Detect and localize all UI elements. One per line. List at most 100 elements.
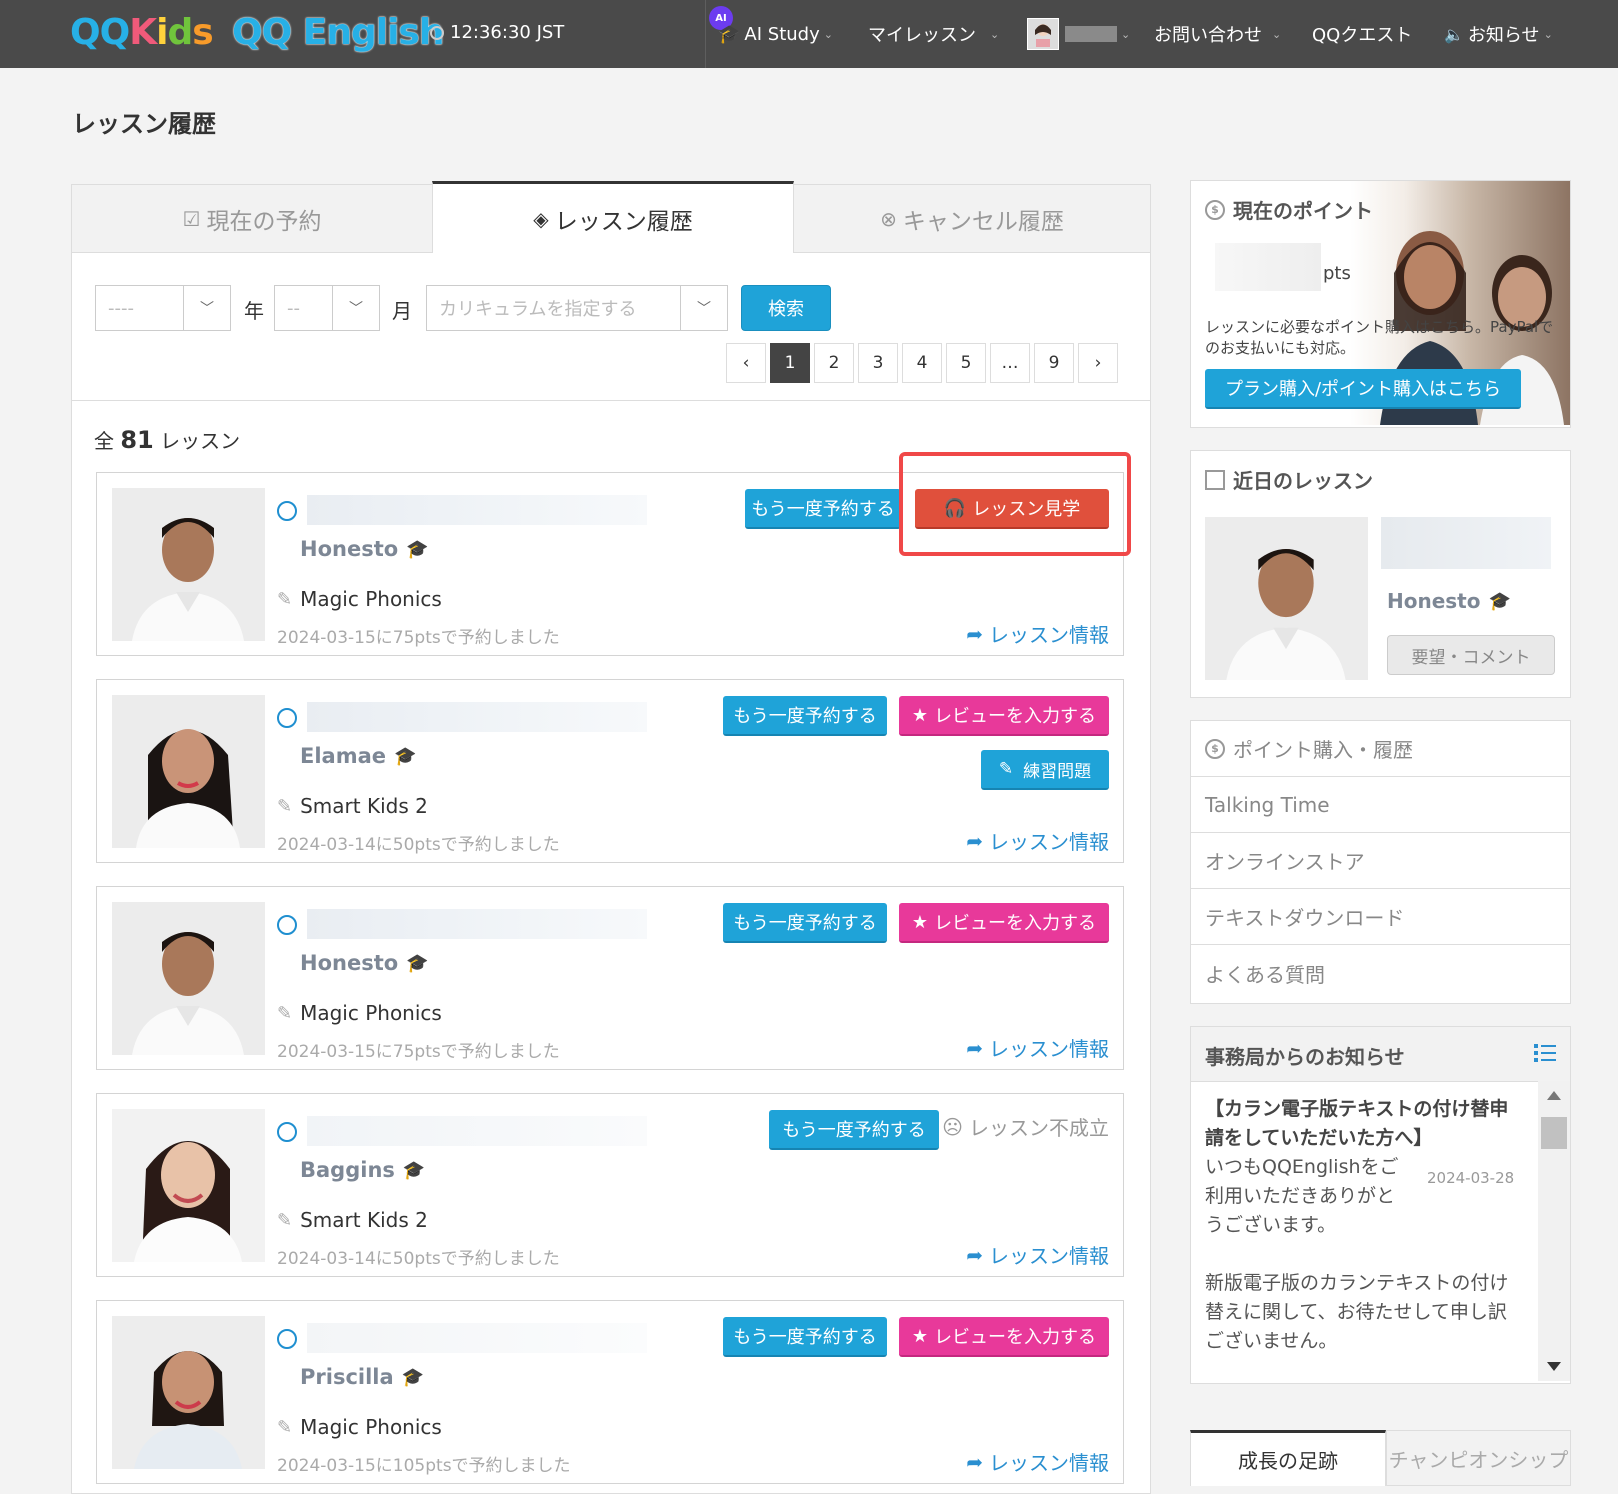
- course-name: ✎ Smart Kids 2: [277, 1208, 428, 1232]
- tab-growth-footprints[interactable]: 成長の足跡: [1190, 1430, 1386, 1486]
- share-arrow-icon: ➦: [966, 1449, 983, 1474]
- teacher-portrait-icon: [112, 1316, 265, 1469]
- teacher-name[interactable]: Priscilla 🎓: [300, 1365, 424, 1389]
- chevron-right-icon: ›: [1094, 353, 1102, 373]
- teacher-photo[interactable]: [112, 902, 265, 1055]
- month-select[interactable]: -- ﹀: [274, 285, 380, 331]
- lesson-info-link[interactable]: ➦ レッスン情報: [966, 826, 1109, 855]
- nav-qq-quest[interactable]: QQクエスト: [1312, 0, 1412, 68]
- layers-icon: ◈: [533, 206, 549, 231]
- teacher-photo[interactable]: [112, 488, 265, 641]
- qq-kids-logo[interactable]: QQKids: [70, 12, 214, 53]
- lesson-datetime-redacted: [307, 495, 647, 525]
- nav-ai-study[interactable]: 🎓 AI Study ⌄: [718, 0, 833, 68]
- teacher-photo[interactable]: [112, 1316, 265, 1469]
- page-9[interactable]: 9: [1034, 343, 1074, 383]
- teacher-name[interactable]: Honesto 🎓: [300, 951, 429, 975]
- teacher-photo[interactable]: [112, 695, 265, 848]
- sidebar-item-text-download[interactable]: テキストダウンロード: [1191, 889, 1570, 945]
- nav-notices[interactable]: 🔈 お知らせ ⌄: [1444, 0, 1553, 68]
- nav-contact[interactable]: お問い合わせ ⌄: [1154, 0, 1281, 68]
- write-review-button[interactable]: ★ レビューを入力する: [899, 1317, 1109, 1357]
- news-scrollbar[interactable]: [1538, 1081, 1570, 1381]
- page-title: レッスン履歴: [72, 110, 216, 138]
- news-item[interactable]: 【カラン電子版テキストの付け替申請をしていただいた方へ】 いつもQQEnglis…: [1205, 1095, 1515, 1356]
- growth-tabs: 成長の足跡 チャンピオンシップ: [1190, 1430, 1571, 1486]
- chevron-down-icon: ⌄: [990, 27, 1000, 41]
- lesson-info-link[interactable]: ➦ レッスン情報: [966, 619, 1109, 648]
- username-redacted: [1065, 26, 1117, 42]
- rebook-button[interactable]: もう一度予約する: [723, 1317, 887, 1357]
- upcoming-datetime-redacted: [1381, 517, 1551, 569]
- clock-icon: [277, 501, 297, 521]
- sidebar-item-talking-time[interactable]: Talking Time: [1191, 777, 1570, 833]
- lesson-info-link[interactable]: ➦ レッスン情報: [966, 1240, 1109, 1269]
- share-arrow-icon: ➦: [966, 1035, 983, 1060]
- rebook-button[interactable]: もう一度予約する: [723, 696, 887, 736]
- year-select[interactable]: ---- ﹀: [95, 285, 231, 331]
- scroll-up-icon[interactable]: [1547, 1091, 1561, 1100]
- dollar-coin-icon: $: [1205, 199, 1225, 220]
- page-2[interactable]: 2: [814, 343, 854, 383]
- prev-page-button[interactable]: ‹: [726, 343, 766, 383]
- purchase-plan-button[interactable]: プラン購入/ポイント購入はこちら: [1205, 369, 1521, 409]
- nav-my-lessons[interactable]: マイレッスン ⌄: [868, 0, 999, 68]
- sidebar-item-faq[interactable]: よくある質問: [1191, 945, 1570, 1001]
- teacher-name[interactable]: Baggins 🎓: [300, 1158, 425, 1182]
- booking-info: 2024-03-15に75ptsで予約しました: [277, 1042, 560, 1062]
- pencil-icon: ✎: [998, 759, 1014, 779]
- chevron-down-icon: ⌄: [823, 27, 833, 41]
- teacher-photo[interactable]: [112, 1109, 265, 1262]
- lesson-card: Honesto 🎓 ✎ Magic Phonics 2024-03-15に75pts…: [96, 886, 1124, 1070]
- tab-current-reservations[interactable]: ☑ 現在の予約: [72, 185, 432, 253]
- booking-info: 2024-03-15に75ptsで予約しました: [277, 628, 560, 648]
- tab-championship[interactable]: チャンピオンシップ: [1386, 1430, 1571, 1486]
- rebook-button[interactable]: もう一度予約する: [769, 1110, 939, 1150]
- upcoming-teacher-name[interactable]: Honesto 🎓: [1387, 589, 1511, 613]
- chevron-down-icon: ⌄: [1543, 27, 1553, 41]
- scroll-down-icon[interactable]: [1547, 1362, 1561, 1371]
- write-review-button[interactable]: ★ レビューを入力する: [899, 903, 1109, 943]
- teacher-photo[interactable]: [1205, 517, 1368, 680]
- sidebar-item-point-purchase[interactable]: $ ポイント購入・履歴: [1191, 721, 1570, 777]
- lesson-info-link[interactable]: ➦ レッスン情報: [966, 1447, 1109, 1476]
- chevron-down-icon: ﹀: [183, 286, 230, 330]
- pencil-icon: ✎: [277, 1209, 293, 1231]
- clock-icon: [277, 708, 297, 728]
- lesson-datetime-redacted: [307, 1116, 647, 1146]
- course-name: ✎ Magic Phonics: [277, 1001, 442, 1025]
- page-1[interactable]: 1: [770, 343, 810, 383]
- chevron-down-icon: ⌄: [1272, 27, 1282, 41]
- booking-info: 2024-03-14に50ptsで予約しました: [277, 835, 560, 855]
- teacher-name[interactable]: Elamae 🎓: [300, 744, 416, 768]
- news-header: 事務局からのお知らせ: [1191, 1027, 1570, 1082]
- search-button[interactable]: 検索: [741, 285, 831, 331]
- exercise-button[interactable]: ✎ 練習問題: [981, 750, 1109, 790]
- lesson-info-link[interactable]: ➦ レッスン情報: [966, 1033, 1109, 1062]
- rebook-button[interactable]: もう一度予約する: [723, 903, 887, 943]
- teacher-portrait-icon: [112, 902, 265, 1055]
- write-review-button[interactable]: ★ レビューを入力する: [899, 696, 1109, 736]
- nav-separator: [705, 0, 706, 68]
- sidebar-item-online-store[interactable]: オンラインストア: [1191, 833, 1570, 889]
- rebook-button[interactable]: もう一度予約する: [745, 489, 901, 529]
- avatar-icon: [1035, 24, 1051, 47]
- page-4[interactable]: 4: [902, 343, 942, 383]
- qq-english-logo[interactable]: QQ English: [232, 12, 444, 53]
- request-comment-button[interactable]: 要望・コメント: [1387, 635, 1555, 675]
- lesson-card: Elamae 🎓 ✎ Smart Kids 2 2024-03-14に50ptsで予…: [96, 679, 1124, 863]
- share-arrow-icon: ➦: [966, 828, 983, 853]
- tab-lesson-history[interactable]: ◈ レッスン履歴: [432, 181, 794, 253]
- page-5[interactable]: 5: [946, 343, 986, 383]
- teacher-name[interactable]: Honesto 🎓: [300, 537, 429, 561]
- page-3[interactable]: 3: [858, 343, 898, 383]
- dollar-coin-icon: $: [1205, 738, 1225, 759]
- points-value-redacted: [1215, 243, 1321, 291]
- list-icon[interactable]: [1534, 1043, 1556, 1063]
- tab-cancel-history[interactable]: ⊗ キャンセル履歴: [794, 185, 1150, 253]
- scroll-thumb[interactable]: [1541, 1117, 1567, 1149]
- next-page-button[interactable]: ›: [1078, 343, 1118, 383]
- curriculum-select[interactable]: カリキュラムを指定する ﹀: [426, 285, 728, 331]
- clock-icon: [277, 1329, 297, 1349]
- nav-user-menu[interactable]: ⌄: [1027, 0, 1130, 68]
